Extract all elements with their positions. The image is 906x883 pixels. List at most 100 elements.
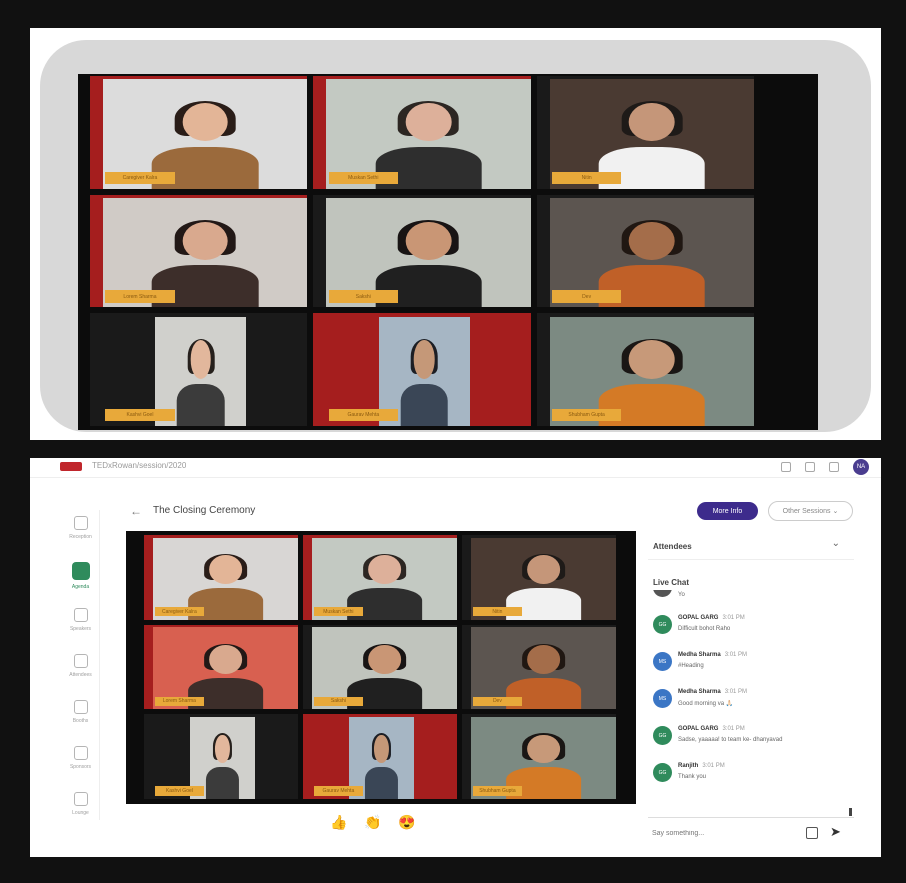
video-stage: Caregiver Kalra Muskan Sethi Nitin Lorem Sh…: [126, 531, 636, 804]
participant-face: [527, 644, 560, 674]
participant-face: [368, 555, 401, 585]
participant-face: [629, 340, 675, 379]
app-logo: [60, 462, 82, 471]
device-frame: Caregiver Kalra Muskan Sethi Nitin Lorem Sh…: [40, 40, 871, 432]
participant-video-tile[interactable]: Gaurav Mehta: [313, 313, 531, 426]
more-info-button[interactable]: More Info: [697, 502, 758, 520]
message-author: Medha Sharma 3:01 PM: [678, 689, 747, 695]
calendar-icon[interactable]: [781, 462, 791, 472]
avatar: MS: [653, 689, 672, 708]
gif-icon[interactable]: [806, 827, 818, 839]
video-grid: Caregiver Kalra Muskan Sethi Nitin Lorem Sh…: [90, 76, 754, 426]
participant-video-tile[interactable]: Muskan Sethi: [313, 76, 531, 189]
nav-item-speakers[interactable]: Speakers: [62, 602, 99, 648]
participant-video-tile[interactable]: Muskan Sethi: [303, 535, 457, 620]
chat-message-list[interactable]: Yo GG GOPAL GARG 3:01 PM Difficult bohot Ra…: [648, 590, 848, 808]
message-time: 3:01 PM: [702, 763, 725, 769]
video-grid: Caregiver Kalra Muskan Sethi Nitin Lorem Sh…: [144, 535, 616, 799]
event-url: TEDxRowan/session/2020: [92, 461, 187, 470]
message-text: #Heading: [678, 663, 704, 669]
participant-video-tile[interactable]: Nitin: [462, 535, 616, 620]
chat-message: MS Medha Sharma 3:01 PM #Heading: [648, 649, 848, 686]
participant-figure: [396, 338, 453, 426]
live-chat-label: Live Chat: [653, 578, 690, 587]
message-author: Ranjith 3:01 PM: [678, 763, 725, 769]
participant-body: [205, 767, 240, 799]
clap-reaction[interactable]: 👏: [364, 813, 382, 831]
nav-item-agenda[interactable]: Agenda: [62, 556, 99, 602]
nav-item-sponsors[interactable]: Sponsors: [62, 740, 99, 786]
participant-face: [629, 102, 675, 142]
participant-figure: [202, 733, 242, 799]
attendees-section[interactable]: Attendees ⌄: [648, 530, 854, 560]
attendees-label: Attendees: [653, 542, 692, 551]
participant-video-tile[interactable]: Sakshi: [313, 194, 531, 308]
other-sessions-dropdown[interactable]: Other Sessions ⌄: [768, 501, 853, 521]
participant-video-tile[interactable]: Dev: [536, 194, 754, 308]
participant-video-tile[interactable]: Caregiver Kalra: [144, 535, 298, 620]
participant-video-tile[interactable]: Shubham Gupta: [462, 714, 616, 799]
chat-scrollbar[interactable]: [849, 808, 852, 816]
nav-item-label: Agenda: [71, 584, 90, 590]
chat-message: GG GOPAL GARG 3:01 PM Difficult bohot Raho: [648, 612, 848, 649]
heart-eyes-reaction[interactable]: 😍: [398, 813, 416, 831]
participant-video-tile[interactable]: Kashvi Goel: [144, 714, 298, 799]
participant-body: [364, 767, 399, 799]
nav-item-reception[interactable]: Reception: [62, 510, 99, 556]
participant-figure: [173, 338, 230, 426]
send-icon[interactable]: ➤: [830, 824, 841, 840]
message-text: Good morning va 🙏🏻: [678, 701, 734, 707]
participant-face: [368, 644, 401, 674]
back-arrow-icon[interactable]: ←: [130, 504, 142, 518]
notification-bell-icon[interactable]: [829, 462, 839, 472]
participant-video-tile[interactable]: Nitin: [536, 76, 754, 189]
side-navigation: Reception Agenda Speakers Attendees Booths Sp…: [62, 510, 100, 820]
participant-video-tile[interactable]: Dev: [462, 624, 616, 710]
chat-message: GG GOPAL GARG 3:01 PM Sadse, yaaaaa! to tea…: [648, 723, 848, 760]
message-icon[interactable]: [805, 462, 815, 472]
nav-item-label: Lounge: [72, 810, 89, 816]
participant-name-tag: Nitin: [472, 606, 523, 617]
author-name: GOPAL GARG: [678, 726, 719, 732]
nav-item-booths[interactable]: Booths: [62, 694, 99, 740]
participant-face: [527, 555, 560, 585]
bottom-screenshot-panel: TEDxRowan/session/2020 NA Reception Agend…: [30, 458, 881, 857]
participant-name-tag: Nitin: [551, 171, 622, 185]
chat-message: Yo: [648, 590, 848, 612]
chat-message-input[interactable]: [652, 824, 792, 842]
participant-video-tile[interactable]: Caregiver Kalra: [90, 76, 308, 189]
participant-body: [400, 384, 448, 426]
participant-face: [182, 221, 228, 261]
thumbs-up-reaction[interactable]: 👍: [330, 813, 348, 831]
nav-item-attendees[interactable]: Attendees: [62, 648, 99, 694]
message-author: Medha Sharma 3:01 PM: [678, 652, 747, 658]
chevron-down-icon[interactable]: ⌄: [832, 538, 840, 549]
participant-video-tile[interactable]: Lorem Sharma: [144, 624, 298, 710]
participant-video-tile[interactable]: Kashvi Goel: [90, 313, 308, 426]
participant-face: [405, 102, 452, 142]
chat-message: MS Medha Sharma 3:01 PM Good morning va 🙏🏻: [648, 686, 848, 723]
author-name: GOPAL GARG: [678, 615, 719, 621]
chat-panel: Attendees ⌄ Live Chat Yo GG GOPAL GARG 3:0…: [648, 530, 854, 850]
message-text: Sadse, yaaaaa! to team ke- dhanyavad: [678, 737, 783, 743]
nav-item-label: Booths: [72, 718, 89, 724]
participant-video-tile[interactable]: Gaurav Mehta: [303, 714, 457, 799]
participant-name-tag: Dev: [551, 290, 622, 303]
message-text: Yo: [678, 592, 685, 598]
participant-name-tag: Gaurav Mehta: [328, 409, 399, 422]
topbar-icons: NA: [781, 459, 869, 475]
video-stage: Caregiver Kalra Muskan Sethi Nitin Lorem Sh…: [78, 74, 818, 430]
message-time: 3:01 PM: [724, 652, 748, 658]
nav-item-lounge[interactable]: Lounge: [62, 786, 99, 832]
participant-video-tile[interactable]: Lorem Sharma: [90, 194, 308, 308]
participant-video-tile[interactable]: Sakshi: [303, 624, 457, 710]
message-text: Thank you: [678, 774, 707, 780]
speakers-icon: [73, 608, 88, 622]
user-avatar[interactable]: NA: [853, 459, 869, 475]
avatar: [653, 590, 672, 597]
app-topbar: TEDxRowan/session/2020 NA: [30, 458, 881, 478]
agenda-icon: [71, 562, 90, 580]
participant-video-tile[interactable]: Shubham Gupta: [536, 313, 754, 426]
session-title: The Closing Ceremony: [153, 505, 256, 516]
participant-name-tag: Shubham Gupta: [551, 409, 622, 422]
